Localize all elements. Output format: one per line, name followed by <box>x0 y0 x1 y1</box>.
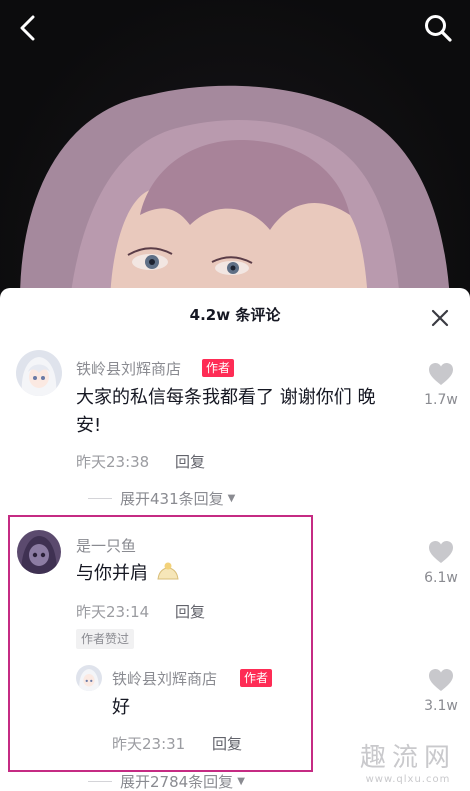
close-icon <box>431 309 449 327</box>
watermark: 趣流网 www.qlxu.com <box>360 737 456 785</box>
like-button[interactable]: 1.7w <box>416 362 466 408</box>
chevron-left-icon <box>20 15 35 41</box>
comment-text-content: 与你并肩 <box>76 563 148 584</box>
comment-count-title: 4.2w 条评论 <box>189 306 281 324</box>
heart-icon <box>429 669 453 691</box>
chevron-down-icon: ▼ <box>227 493 236 504</box>
avatar[interactable] <box>76 665 102 691</box>
like-count: 1.7w <box>424 392 458 408</box>
watermark-title: 趣流网 <box>359 743 456 773</box>
like-button[interactable]: 3.1w <box>416 668 466 714</box>
video-frame-image <box>20 85 450 300</box>
back-button[interactable] <box>10 10 46 46</box>
comment-author-name[interactable]: 是一只鱼 <box>76 535 136 556</box>
divider-line <box>88 498 112 499</box>
expand-replies-label: 展开2784条回复 <box>120 773 234 791</box>
close-button[interactable] <box>428 306 452 330</box>
search-icon <box>425 15 452 42</box>
divider-line <box>88 781 112 782</box>
anime-avatar-icon <box>17 530 61 574</box>
search-button[interactable] <box>420 10 456 46</box>
anime-avatar-icon <box>16 350 62 396</box>
expand-replies-button[interactable]: 展开431条回复 ▼ <box>88 488 235 509</box>
comment-text: 大家的私信每条我都看了 谢谢你们 晚 安! <box>76 384 416 440</box>
comment-text-line: 大家的私信每条我都看了 谢谢你们 晚 <box>76 387 376 408</box>
author-badge: 作者 <box>240 669 273 687</box>
like-count: 6.1w <box>424 570 458 586</box>
avatar[interactable] <box>16 350 62 396</box>
reply-text: 好 <box>112 697 130 718</box>
comment-timestamp: 昨天23:38 <box>76 453 150 471</box>
reply-timestamp: 昨天23:31 <box>112 735 186 753</box>
avatar[interactable] <box>17 530 61 574</box>
shoulder-emoji-icon <box>157 562 179 580</box>
heart-icon <box>429 541 453 563</box>
anime-avatar-icon <box>76 665 102 691</box>
expand-replies-button[interactable]: 展开2784条回复 ▼ <box>88 771 245 791</box>
heart-icon <box>429 363 453 385</box>
reply-button[interactable]: 回复 <box>212 733 242 754</box>
expand-replies-label: 展开431条回复 <box>120 490 224 508</box>
watermark-url: www.qlxu.com <box>365 774 451 785</box>
like-count: 3.1w <box>424 698 458 714</box>
comment-text-line: 安! <box>76 415 102 436</box>
reply-author-name[interactable]: 铁岭县刘辉商店 <box>112 668 217 689</box>
comment-text: 与你并肩 <box>76 560 180 588</box>
author-badge: 作者 <box>202 359 235 377</box>
video-player[interactable] <box>0 0 470 300</box>
comment-timestamp: 昨天23:14 <box>76 603 150 621</box>
reply-button[interactable]: 回复 <box>175 601 205 622</box>
comment-author-name[interactable]: 铁岭县刘辉商店 <box>76 358 181 379</box>
comment-sheet: 4.2w 条评论 铁岭县刘辉商店 作者 大家的私信每条我都看了 谢谢你们 晚 安… <box>0 288 470 791</box>
chevron-down-icon: ▼ <box>237 776 245 787</box>
author-liked-tag: 作者赞过 <box>76 629 135 649</box>
like-button[interactable]: 6.1w <box>416 540 466 586</box>
reply-button[interactable]: 回复 <box>175 451 205 472</box>
